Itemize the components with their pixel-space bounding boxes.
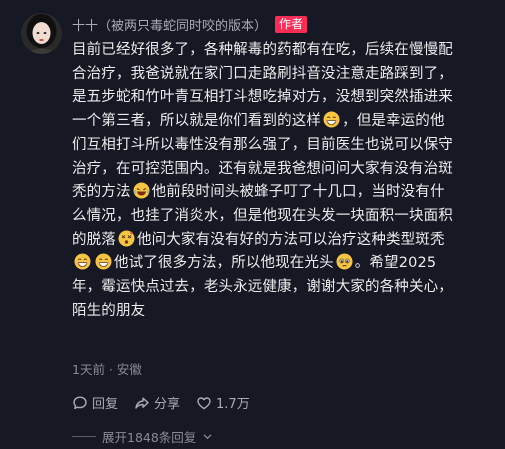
comment-text-segment: ，但是幸运的他 xyxy=(342,113,445,130)
comment-text-line: 的脱落 他问大家有没有好的方法可以治疗这种类型斑秃 xyxy=(72,229,500,253)
dizzy-emoji-icon xyxy=(118,230,135,247)
comment-meta: 1天前 · 安徽 xyxy=(72,362,142,377)
avatar[interactable] xyxy=(21,13,62,54)
expand-replies-label: 展开1848条回复 xyxy=(102,430,197,445)
grin-emoji-icon xyxy=(74,253,91,270)
comment-text-line: 目前已经好很多了，各种解毒的药都有在吃，后续在慢慢配 xyxy=(72,39,500,63)
comment-text-line: 治疗，在可控范围内。还有就是我爸想问问大家有没有治斑 xyxy=(72,158,500,182)
pleading-emoji-icon xyxy=(336,253,353,270)
laugh-cry-emoji-icon xyxy=(133,182,150,199)
comment-text-segment: 陌生的朋友 xyxy=(72,302,146,319)
heart-icon xyxy=(197,396,211,409)
comment-text-segment: 年，霉运快点过去，老头永远健康，谢谢大家的各种关心， xyxy=(72,279,453,296)
comment-text-line: 秃的方法 他前段时间头被蜂子叮了十几口，当时没有什 xyxy=(72,181,500,205)
comment-text-segment: 他前段时间头被蜂子叮了十几口，当时没有什 xyxy=(151,184,445,201)
comment-text-line: 一个第三者，所以就是你们看到的这样 ，但是幸运的他 xyxy=(72,110,500,134)
username[interactable]: 十十（被两只毒蛇同时咬的版本） xyxy=(72,15,267,34)
comment-text-line: 们互相打斗所以毒性没有那么强了，目前医生也说可以保守 xyxy=(72,134,500,158)
reply-button[interactable]: 回复 xyxy=(72,393,118,412)
comment-text-segment: 们互相打斗所以毒性没有那么强了，目前医生也说可以保守 xyxy=(72,136,453,153)
like-button[interactable]: 1.7万 xyxy=(196,393,250,412)
comment-card: 十十（被两只毒蛇同时咬的版本） 作者 目前已经好很多了，各种解毒的药都有在吃，后… xyxy=(0,0,505,449)
comment-text-line: 年，霉运快点过去，老头永远健康，谢谢大家的各种关心， xyxy=(72,276,500,300)
comment-text: 目前已经好很多了，各种解毒的药都有在吃，后续在慢慢配 合治疗，我爸说就在家门口走路… xyxy=(72,39,500,323)
comment-text-segment: 么情况，也挂了消炎水，但是他现在头发一块面积一块面积 xyxy=(72,207,453,224)
comment-text-segment: 合治疗，我爸说就在家门口走路刷抖音没注意走路踩到了， xyxy=(72,65,453,82)
comment-text-line: 他试了很多方法，所以他现在光头 。希望2025 xyxy=(72,252,500,276)
comment-text-line: 合治疗，我爸说就在家门口走路刷抖音没注意走路踩到了， xyxy=(72,63,500,87)
comment-text-segment: 是五步蛇和竹叶青互相打斗想吃掉对方，没想到突然插进来 xyxy=(72,89,453,106)
expand-replies-button[interactable]: 展开1848条回复 xyxy=(72,427,213,446)
like-count: 1.7万 xyxy=(216,397,250,412)
comment-text-segment: 他问大家有没有好的方法可以治疗这种类型斑秃 xyxy=(136,231,445,248)
comment-text-segment: 秃的方法 xyxy=(72,184,131,201)
chevron-down-icon xyxy=(203,434,212,440)
grin-emoji-icon xyxy=(323,111,340,128)
comment-text-segment: 治疗，在可控范围内。还有就是我爸想问问大家有没有治斑 xyxy=(72,160,453,177)
comment-header: 十十（被两只毒蛇同时咬的版本） 作者 xyxy=(72,14,308,34)
comment-text-segment: 他试了很多方法，所以他现在光头 xyxy=(114,255,334,272)
expand-divider xyxy=(72,436,96,437)
comment-text-segment: 。希望2025 xyxy=(354,255,437,272)
comment-text-segment: 一个第三者，所以就是你们看到的这样 xyxy=(72,113,322,130)
comment-text-line: 陌生的朋友 xyxy=(72,300,500,324)
author-badge: 作者 xyxy=(275,15,308,33)
comment-text-line: 是五步蛇和竹叶青互相打斗想吃掉对方，没想到突然插进来 xyxy=(72,86,500,110)
reply-label: 回复 xyxy=(92,397,119,412)
share-icon xyxy=(135,397,149,409)
grin-emoji-icon xyxy=(95,253,112,270)
share-button[interactable]: 分享 xyxy=(134,393,180,412)
comment-text-segment: 的脱落 xyxy=(72,231,116,248)
reply-icon xyxy=(73,396,87,409)
comment-actions: 回复 分享 1.7万 xyxy=(72,393,266,412)
comment-text-line: 么情况，也挂了消炎水，但是他现在头发一块面积一块面积 xyxy=(72,205,500,229)
comment-text-segment: 目前已经好很多了，各种解毒的药都有在吃，后续在慢慢配 xyxy=(72,42,453,58)
share-label: 分享 xyxy=(154,397,181,412)
